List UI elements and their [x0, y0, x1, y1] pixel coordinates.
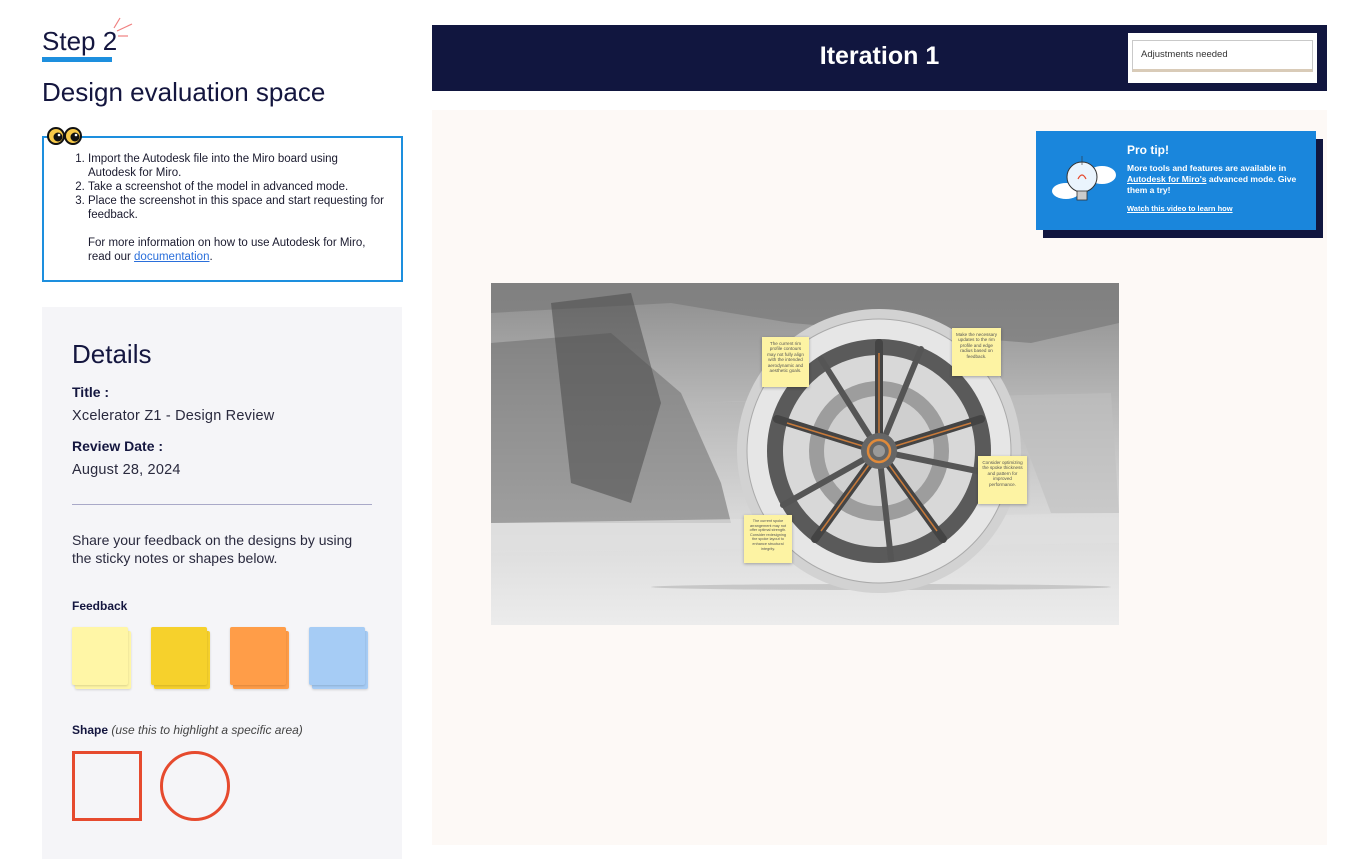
status-field[interactable]: Adjustments needed: [1132, 40, 1313, 72]
autodesk-for-miro-link[interactable]: Autodesk for Miro's: [1127, 174, 1206, 184]
shape-label: Shape (use this to highlight a specific …: [72, 723, 372, 737]
square-shape[interactable]: [72, 751, 142, 821]
status-box: Adjustments needed: [1128, 33, 1317, 83]
feedback-sticky-note-rim-contour[interactable]: The current rim profile contours may not…: [762, 337, 809, 387]
sparkle-icon: [113, 17, 133, 37]
details-divider: [72, 504, 372, 505]
sticky-note-blue[interactable]: [309, 627, 368, 689]
step-underline: [42, 57, 112, 62]
watch-video-link[interactable]: Watch this video to learn how: [1127, 204, 1306, 213]
sticky-note-yellow[interactable]: [151, 627, 210, 689]
lightbulb-icon: [1052, 156, 1116, 201]
sticky-note-orange[interactable]: [230, 627, 289, 689]
protip-body: More tools and features are available in…: [1127, 163, 1306, 196]
feedback-label: Feedback: [72, 599, 128, 613]
section-title: Design evaluation space: [42, 77, 326, 107]
instruction-item: Place the screenshot in this space and s…: [88, 194, 385, 222]
details-heading: Details: [72, 339, 152, 369]
sticky-note-light-yellow[interactable]: [72, 627, 131, 689]
protip-body-pre: More tools and features are available in: [1127, 163, 1287, 173]
feedback-sticky-note-rim-update[interactable]: Make the necessary updates to the rim pr…: [952, 328, 1001, 376]
instructions-box: Import the Autodesk file into the Miro b…: [42, 136, 403, 282]
iteration-header: Iteration 1 Adjustments needed: [432, 25, 1327, 91]
protip-card: Pro tip! More tools and features are ava…: [1036, 131, 1316, 230]
more-info: For more information on how to use Autod…: [72, 236, 385, 264]
share-feedback-text: Share your feedback on the designs by us…: [72, 532, 353, 566]
eyes-icon: [47, 127, 82, 145]
documentation-link[interactable]: documentation: [134, 251, 209, 263]
feedback-sticky-note-spoke-arrangement[interactable]: The current spoke arrangement may not of…: [744, 515, 792, 563]
shape-palette: [72, 751, 372, 821]
review-date-label: Review Date :: [72, 438, 164, 454]
step-title: Step 2: [42, 26, 118, 56]
shape-label-bold: Shape: [72, 723, 109, 737]
sticky-palette: [72, 627, 372, 689]
protip-title: Pro tip!: [1127, 143, 1169, 157]
instruction-item: Take a screenshot of the model in advanc…: [88, 180, 385, 194]
shape-label-hint: (use this to highlight a specific area): [111, 723, 303, 737]
review-date-value: August 28, 2024: [72, 462, 181, 478]
feedback-sticky-note-spoke-thickness[interactable]: Consider optimizing the spoke thickness …: [978, 456, 1027, 504]
more-info-text: For more information on how to use Autod…: [88, 237, 366, 263]
instructions-list: Import the Autodesk file into the Miro b…: [72, 152, 385, 222]
more-info-period: .: [209, 251, 213, 263]
wheel-render-graphic: [491, 283, 1119, 593]
title-value: Xcelerator Z1 - Design Review: [72, 408, 275, 424]
wheel-render-image: [491, 283, 1119, 625]
circle-shape[interactable]: [160, 751, 230, 821]
details-panel: Details Title : Xcelerator Z1 - Design R…: [42, 307, 402, 859]
title-label: Title :: [72, 384, 110, 400]
instruction-item: Import the Autodesk file into the Miro b…: [88, 152, 385, 180]
